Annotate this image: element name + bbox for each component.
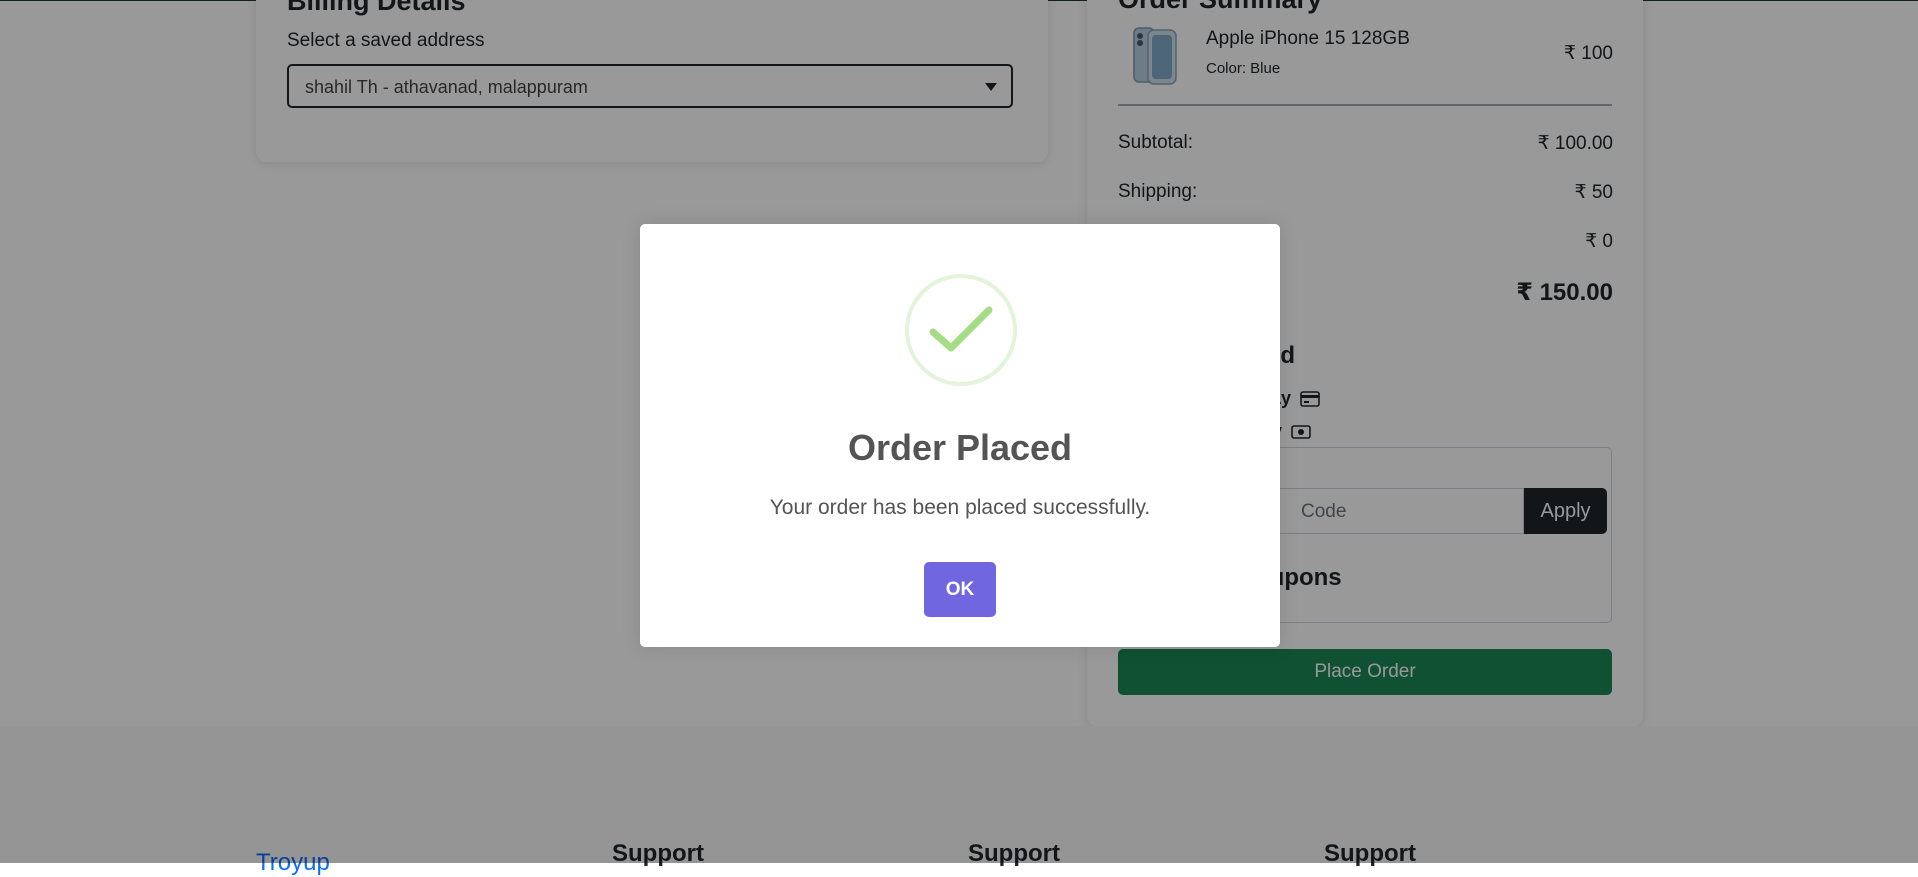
dialog-title: Order Placed [847, 427, 1073, 468]
order-success-dialog: Order Placed Your order has been placed … [640, 224, 1280, 647]
ok-button[interactable]: OK [924, 562, 996, 617]
checkmark-icon [929, 306, 993, 352]
success-check-icon [905, 274, 1017, 386]
dialog-message: Your order has been placed successfully. [769, 496, 1151, 519]
